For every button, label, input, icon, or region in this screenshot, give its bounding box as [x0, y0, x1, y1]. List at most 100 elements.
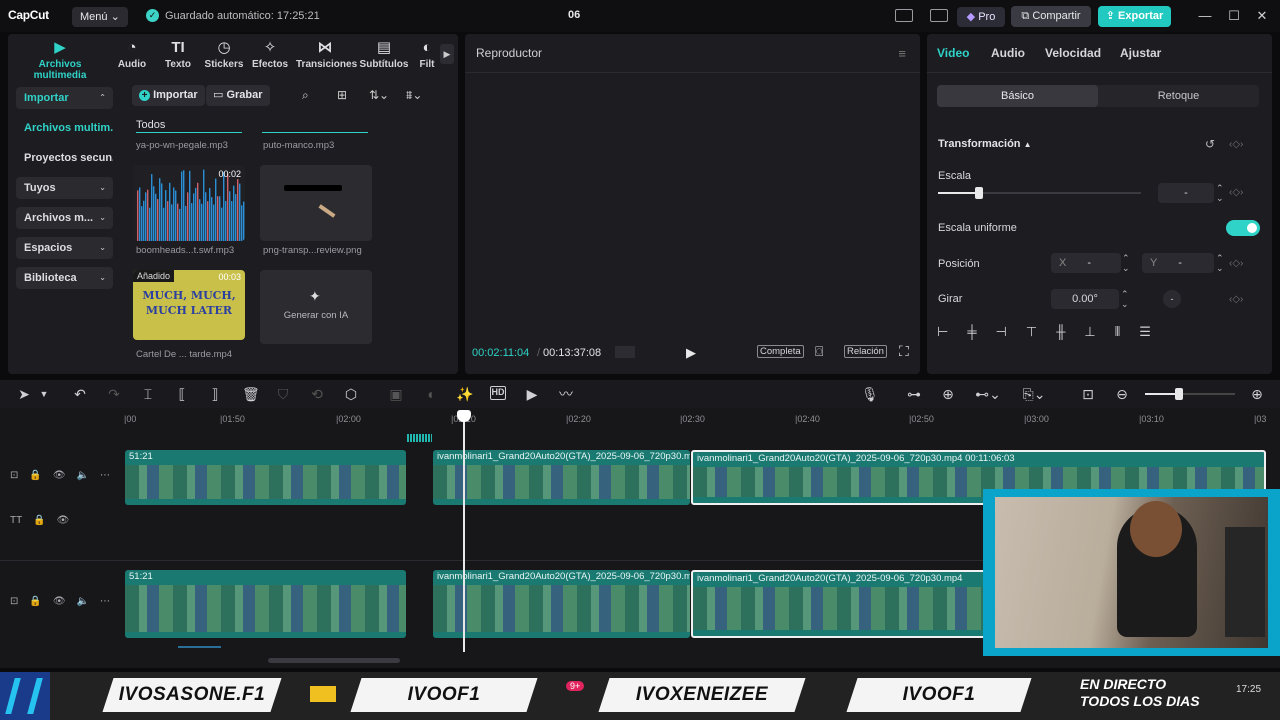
- timeline-clip[interactable]: ivanmolinari1_Grand20Auto20(GTA)_2025-09…: [433, 450, 690, 505]
- split-left-icon[interactable]: ⟦: [174, 386, 190, 402]
- sort-icon[interactable]: ⇅⌄: [369, 88, 389, 102]
- tab-audio[interactable]: ◔ Audio: [114, 40, 150, 71]
- split-icon[interactable]: ⌶: [140, 386, 156, 402]
- sidebar-item-secondary-projects[interactable]: Proyectos secun...: [16, 147, 113, 169]
- align-center-v-icon[interactable]: ╫: [1056, 324, 1065, 346]
- menu-button[interactable]: Menú ⌄: [72, 7, 128, 27]
- tabs-scroll-right-icon[interactable]: ▶: [440, 44, 454, 64]
- tab-effects[interactable]: ✧ Efectos: [250, 40, 290, 71]
- reset-icon[interactable]: ↺: [1205, 137, 1215, 151]
- zoom-slider-handle[interactable]: [1175, 388, 1183, 400]
- time-ruler[interactable]: |00 |01:50 |02:00 |02:10 |02:20 |02:30 |…: [124, 408, 1280, 430]
- media-item-cartel[interactable]: Añadido 00:03 MUCH, MUCH, MUCH LATER: [133, 270, 245, 340]
- audio-marker[interactable]: [407, 434, 432, 442]
- pro-button[interactable]: ◆ Pro: [957, 7, 1005, 27]
- grid-view-icon[interactable]: ⊞: [337, 88, 347, 102]
- transform-section-title[interactable]: Transformación ▲: [938, 138, 1032, 150]
- fullscreen-icon[interactable]: ⛶: [899, 343, 909, 360]
- scale-slider-track[interactable]: [938, 187, 1141, 199]
- waveform-toggle-icon[interactable]: [615, 346, 635, 358]
- shield-icon[interactable]: ⛉: [275, 386, 291, 402]
- select-cursor-icon[interactable]: ➤: [16, 386, 32, 402]
- align-top-icon[interactable]: ⊤: [1026, 324, 1037, 346]
- maximize-icon[interactable]: ☐: [1226, 8, 1242, 24]
- sidebar-item-yours[interactable]: Tuyos ⌄: [16, 177, 113, 199]
- zoom-fit-icon[interactable]: ⌼: [815, 343, 823, 360]
- sidebar-item-archives[interactable]: Archivos m... ⌄: [16, 207, 113, 229]
- filter-icon[interactable]: ⩩⌄: [406, 88, 422, 103]
- volume-icon[interactable]: 🔈: [77, 596, 89, 616]
- zoom-slider-track[interactable]: [1145, 388, 1235, 400]
- cover-icon[interactable]: ⊡: [10, 596, 18, 616]
- distribute-h-icon[interactable]: ⫴: [1115, 324, 1120, 346]
- sidebar-item-spaces[interactable]: Espacios ⌄: [16, 237, 113, 259]
- audio-wave-icon[interactable]: 〰: [558, 386, 574, 402]
- position-y-input[interactable]: Y -: [1142, 253, 1214, 273]
- keyframe-icon[interactable]: ‹◇›: [1229, 187, 1243, 198]
- rotate-stepper-icon[interactable]: ⌃ ⌄: [1121, 289, 1129, 309]
- distribute-v-icon[interactable]: ☰: [1139, 324, 1151, 346]
- chevron-down-icon[interactable]: ▼: [36, 386, 52, 402]
- more-icon[interactable]: ⋯: [100, 596, 110, 616]
- horizontal-scrollbar[interactable]: [268, 658, 400, 663]
- media-item-png[interactable]: [260, 165, 372, 241]
- lock-icon[interactable]: 🔒: [33, 515, 45, 535]
- timeline-clip[interactable]: ivanmolinari1_Grand20Auto20(GTA)_2025-09…: [433, 570, 690, 638]
- timeline-clip-selected[interactable]: ivanmolinari1_Grand20Auto20(GTA)_2025-09…: [691, 570, 991, 638]
- keyframe-icon[interactable]: ‹◇›: [1229, 294, 1243, 305]
- tab-text[interactable]: TI Texto: [160, 40, 196, 71]
- zoom-in-icon[interactable]: ⊕: [1249, 386, 1265, 402]
- delete-icon[interactable]: 🗑: [242, 386, 260, 402]
- magic-icon[interactable]: ✨: [456, 386, 473, 402]
- record-button[interactable]: ▭ Grabar: [206, 85, 270, 106]
- segment-basic[interactable]: Básico: [937, 85, 1098, 107]
- share-button[interactable]: ⧉ Compartir: [1011, 6, 1091, 27]
- timeline-clip[interactable]: 51:21: [125, 570, 406, 638]
- search-icon[interactable]: ⌕: [302, 88, 309, 103]
- uniform-scale-toggle[interactable]: [1226, 220, 1260, 236]
- loop-icon[interactable]: ⟲: [309, 386, 325, 402]
- import-button[interactable]: + Importar: [132, 85, 205, 106]
- y-stepper-icon[interactable]: ⌃ ⌄: [1216, 253, 1224, 273]
- position-x-input[interactable]: X -: [1051, 253, 1121, 273]
- eye-icon[interactable]: 👁: [53, 596, 66, 616]
- keyframe-icon[interactable]: ‹◇›: [1229, 258, 1243, 269]
- more-icon[interactable]: ⋯: [100, 470, 110, 490]
- image-icon[interactable]: ▣: [388, 386, 404, 402]
- microphone-icon[interactable]: 🎙: [861, 386, 879, 402]
- lock-icon[interactable]: 🔒: [29, 596, 41, 616]
- align-right-icon[interactable]: ⊣: [996, 324, 1007, 346]
- eye-icon[interactable]: 👁: [53, 470, 66, 490]
- keyboard-icon[interactable]: [930, 9, 948, 22]
- scale-stepper-icon[interactable]: ⌃ ⌄: [1216, 183, 1224, 203]
- generate-ai-button[interactable]: ✦ Generar con IA: [260, 270, 372, 344]
- sidebar-item-import[interactable]: Importar ⌃: [16, 87, 113, 109]
- scale-slider-handle[interactable]: [974, 187, 983, 199]
- tab-audio-props[interactable]: Audio: [991, 46, 1025, 60]
- cover-icon[interactable]: ⊡: [10, 470, 18, 490]
- playhead[interactable]: [463, 410, 465, 652]
- close-icon[interactable]: ✕: [1254, 8, 1270, 24]
- export-button[interactable]: ⇪ Exportar: [1098, 6, 1171, 27]
- timeline-clip[interactable]: 51:21: [125, 450, 406, 505]
- video-add-icon[interactable]: ▶: [524, 386, 540, 402]
- snap-icon[interactable]: ⊕: [940, 386, 956, 402]
- redo-icon[interactable]: ↷: [106, 386, 122, 402]
- sidebar-item-library[interactable]: Biblioteca ⌄: [16, 267, 113, 289]
- full-quality-button[interactable]: Completa: [757, 345, 804, 358]
- undo-icon[interactable]: ↶: [72, 386, 88, 402]
- lock-icon[interactable]: 🔒: [29, 470, 41, 490]
- rotate-dial-icon[interactable]: -: [1163, 290, 1181, 308]
- keyframe-icon[interactable]: ‹◇›: [1229, 139, 1243, 150]
- tab-video[interactable]: Video: [937, 46, 969, 60]
- play-icon[interactable]: ▶: [686, 345, 696, 361]
- tab-stickers[interactable]: ◷ Stickers: [204, 40, 244, 71]
- tab-filters[interactable]: ◐ Filt: [416, 40, 438, 70]
- align-bottom-icon[interactable]: ⊥: [1084, 324, 1095, 346]
- audio-separate-icon[interactable]: ◖: [422, 386, 438, 402]
- split-right-icon[interactable]: ⟧: [207, 386, 223, 402]
- zoom-out-icon[interactable]: ⊖: [1114, 386, 1130, 402]
- tab-transitions[interactable]: ⋈ Transiciones: [296, 40, 357, 71]
- align-left-icon[interactable]: ⊢: [937, 324, 948, 346]
- scale-input[interactable]: -: [1158, 183, 1214, 203]
